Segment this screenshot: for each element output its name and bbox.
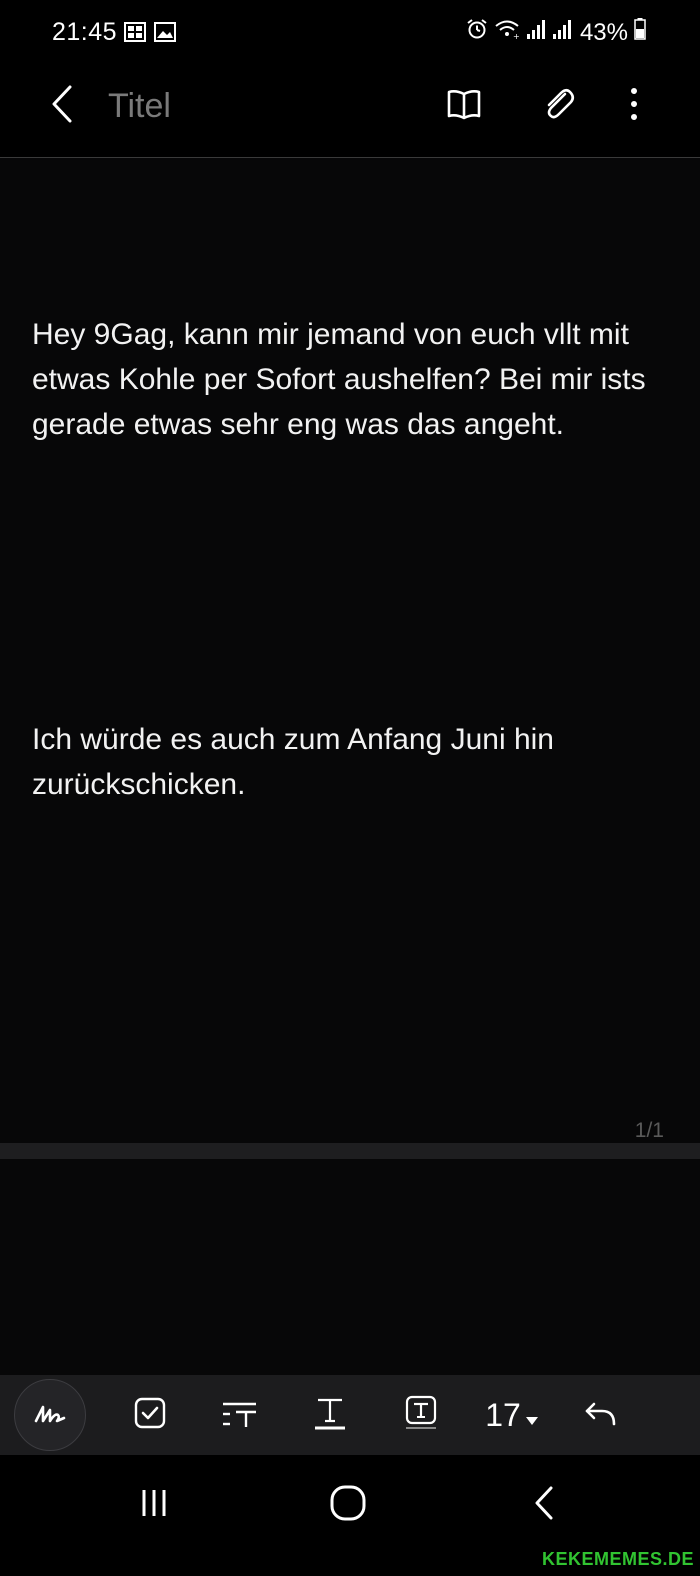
home-button[interactable] xyxy=(318,1477,378,1533)
home-icon xyxy=(329,1484,367,1527)
reading-mode-button[interactable] xyxy=(440,82,488,130)
note-paragraph: Hey 9Gag, kann mir jemand von euch vllt … xyxy=(32,318,654,441)
font-icon xyxy=(312,1395,348,1436)
status-right-group: + 43% xyxy=(466,18,646,47)
wifi-icon: + xyxy=(494,18,520,47)
note-canvas[interactable]: Hey 9Gag, kann mir jemand von euch vllt … xyxy=(0,158,700,1143)
svg-text:+: + xyxy=(513,32,520,40)
note-paragraph: Ich würde es auch zum Anfang Juni hin zu… xyxy=(32,723,563,801)
back-icon xyxy=(533,1485,555,1526)
title-input[interactable] xyxy=(108,84,408,128)
status-bar: 21:45 + 43% xyxy=(0,0,700,66)
notification-icons xyxy=(124,22,176,47)
font-size-button[interactable]: 17 xyxy=(472,1387,552,1443)
next-page-canvas[interactable] xyxy=(0,1159,700,1375)
handwriting-icon xyxy=(33,1401,67,1430)
text-box-icon xyxy=(404,1395,438,1436)
recent-apps-icon xyxy=(138,1487,170,1524)
undo-button[interactable] xyxy=(574,1387,630,1443)
status-time: 21:45 xyxy=(52,18,118,46)
handwriting-mode-button[interactable] xyxy=(14,1379,86,1451)
signal-icon xyxy=(552,18,572,47)
watermark: KEKEMEMES.DE xyxy=(541,1549,694,1569)
page-indicator: 1/1 xyxy=(634,1119,664,1142)
page-separator xyxy=(0,1143,700,1159)
font-size-value: 17 xyxy=(485,1396,521,1433)
attach-button[interactable] xyxy=(535,82,583,130)
note-body[interactable]: Hey 9Gag, kann mir jemand von euch vllt … xyxy=(32,222,668,897)
text-box-button[interactable] xyxy=(393,1387,449,1443)
image-notification-icon xyxy=(154,22,176,47)
system-back-button[interactable] xyxy=(514,1477,574,1533)
undo-icon xyxy=(584,1396,620,1435)
alarm-icon xyxy=(466,18,488,47)
recent-apps-button[interactable] xyxy=(124,1477,184,1533)
checkbox-button[interactable] xyxy=(122,1387,178,1443)
back-button[interactable] xyxy=(40,84,84,128)
checkbox-icon xyxy=(133,1396,167,1435)
book-icon xyxy=(446,88,482,125)
editor-toolbar: 17 xyxy=(0,1375,700,1455)
font-button[interactable] xyxy=(302,1387,358,1443)
battery-percentage: 43% xyxy=(579,18,628,46)
app-bar xyxy=(0,66,700,158)
back-icon xyxy=(50,84,74,129)
text-style-icon xyxy=(220,1396,260,1435)
more-vertical-icon xyxy=(629,86,639,127)
paperclip-icon xyxy=(541,86,577,127)
battery-icon xyxy=(634,18,646,47)
caret-down-icon xyxy=(525,1397,539,1434)
signal-icon xyxy=(526,18,546,47)
gallery-notification-icon xyxy=(124,22,146,47)
text-style-button[interactable] xyxy=(212,1387,268,1443)
system-navigation-bar: KEKEMEMES.DE xyxy=(0,1455,700,1576)
more-options-button[interactable] xyxy=(610,82,658,130)
